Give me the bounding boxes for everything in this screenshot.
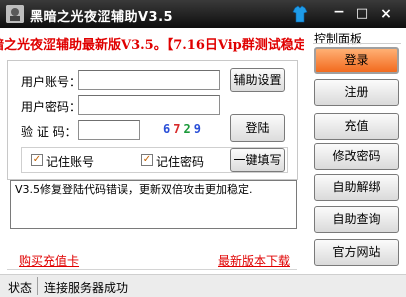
- login-button[interactable]: 登陆: [230, 114, 285, 142]
- app-logo-icon: [6, 5, 24, 23]
- remember-account-label: 记住账号: [46, 155, 95, 169]
- remember-password-label: 记住密码: [156, 155, 205, 169]
- password-input[interactable]: [78, 95, 220, 115]
- quick-fill-button[interactable]: 一键填写: [230, 148, 285, 172]
- latest-download-link[interactable]: 最新版本下载: [218, 252, 290, 269]
- close-button[interactable]: ×: [376, 6, 396, 22]
- self-unbind-button[interactable]: 自助解绑: [314, 174, 399, 201]
- side-login-button[interactable]: 登录: [314, 47, 399, 74]
- tshirt-skin-icon[interactable]: [292, 5, 308, 23]
- notice-text: V3.5修复登陆代码错误，更新双倍攻击更加稳定.: [15, 183, 253, 196]
- maximize-button[interactable]: □: [353, 6, 371, 22]
- divider: [313, 43, 401, 44]
- official-site-button[interactable]: 官方网站: [314, 239, 399, 266]
- remember-password-checkbox[interactable]: ✓: [141, 154, 153, 166]
- captcha-digit: 2: [183, 122, 194, 136]
- notice-textarea[interactable]: V3.5修复登陆代码错误，更新双倍攻击更加稳定.: [10, 180, 297, 229]
- captcha-image[interactable]: 6729: [163, 122, 204, 136]
- password-label: 用户密码：: [21, 100, 82, 114]
- title-bar: 黑暗之光夜涩辅助V3.5 − □ ×: [0, 0, 406, 28]
- account-label: 用户账号：: [21, 75, 82, 89]
- recharge-button[interactable]: 充值: [314, 113, 399, 140]
- window-title: 黑暗之光夜涩辅助V3.5: [30, 10, 174, 25]
- captcha-digit: 7: [173, 122, 184, 136]
- buy-card-link[interactable]: 购买充值卡: [19, 252, 79, 269]
- status-bar: 状态 连接服务器成功: [0, 274, 406, 297]
- account-input[interactable]: [78, 70, 220, 90]
- self-query-button[interactable]: 自助查询: [314, 206, 399, 233]
- assist-settings-button[interactable]: 辅助设置: [230, 68, 285, 92]
- divider: [37, 277, 38, 295]
- captcha-input[interactable]: [78, 120, 140, 140]
- captcha-label: 验 证 码：: [21, 125, 77, 139]
- change-password-button[interactable]: 修改密码: [314, 143, 399, 170]
- captcha-digit: 9: [193, 122, 204, 136]
- remember-account-checkbox[interactable]: ✓: [31, 154, 43, 166]
- announcement-marquee: 黑暗之光夜涩辅助最新版V3.5。【7.16日Vip群测试稳定】: [0, 36, 304, 56]
- status-text: 连接服务器成功: [44, 281, 129, 295]
- control-panel-title: 控制面板: [314, 32, 363, 46]
- register-button[interactable]: 注册: [314, 79, 399, 106]
- status-label: 状态: [8, 281, 33, 295]
- minimize-button[interactable]: −: [330, 5, 348, 22]
- marquee-text: 黑暗之光夜涩辅助最新版V3.5。【7.16日Vip群测试稳定】: [0, 38, 304, 53]
- captcha-digit: 6: [163, 122, 174, 136]
- divider: [7, 269, 297, 270]
